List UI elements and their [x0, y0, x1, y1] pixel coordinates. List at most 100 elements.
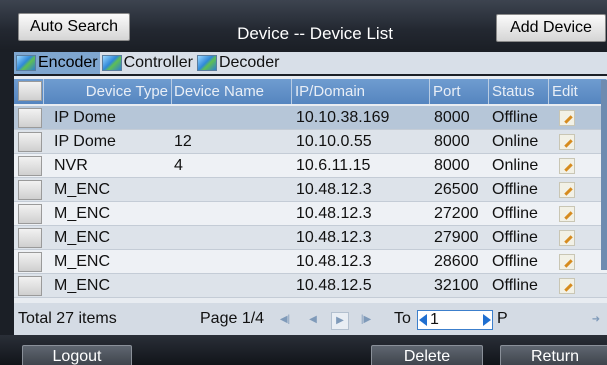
ip-domain-cell: 10.48.12.3	[296, 229, 372, 246]
column-header-ip-domain[interactable]: IP/Domain	[292, 79, 430, 104]
ip-domain-cell: 10.6.11.15	[296, 157, 371, 174]
ip-domain-cell: 10.10.38.169	[296, 109, 390, 126]
edit-icon[interactable]	[559, 254, 575, 270]
select-all-checkbox[interactable]	[18, 81, 42, 101]
status-cell: Offline	[492, 205, 538, 222]
port-cell: 28600	[434, 253, 479, 270]
goto-label: To	[394, 310, 411, 327]
device-type-cell: IP Dome	[54, 109, 116, 126]
port-cell: 27900	[434, 229, 479, 246]
total-items: Total 27 items	[18, 310, 117, 327]
select-all-header[interactable]	[14, 79, 44, 104]
device-icon	[101, 55, 122, 71]
status-cell: Offline	[492, 253, 538, 270]
ip-domain-cell: 10.48.12.3	[296, 205, 372, 222]
table-row[interactable]: IP Dome 10.10.38.169 8000 Offline	[14, 106, 607, 130]
device-type-cell: M_ENC	[54, 181, 111, 198]
device-name-cell: 4	[174, 157, 183, 174]
row-checkbox[interactable]	[18, 204, 42, 224]
table-row[interactable]: NVR 4 10.6.11.15 8000 Online	[14, 154, 607, 178]
add-device-button[interactable]: Add Device	[496, 14, 606, 42]
device-icon	[196, 55, 217, 71]
column-header-status[interactable]: Status	[489, 79, 549, 104]
go-arrow-icon[interactable]: ➜	[589, 313, 603, 327]
page-title: Device -- Device List	[237, 24, 393, 43]
status-cell: Offline	[492, 109, 538, 126]
column-header-port[interactable]: Port	[430, 79, 489, 104]
device-table: Device Type Device Name IP/Domain Port S…	[14, 76, 607, 303]
edit-icon[interactable]	[559, 158, 575, 174]
device-type-cell: M_ENC	[54, 229, 111, 246]
page-number-value: 1	[430, 311, 439, 328]
device-type-cell: IP Dome	[54, 133, 116, 150]
tab-label: Encoder	[38, 54, 98, 71]
page-unit-label: P	[497, 310, 508, 327]
ip-domain-cell: 10.48.12.3	[296, 181, 372, 198]
table-row[interactable]: M_ENC 10.48.12.3 28600 Offline	[14, 250, 607, 274]
auto-search-button[interactable]: Auto Search	[18, 13, 130, 41]
column-header-device-name[interactable]: Device Name	[172, 79, 292, 104]
status-cell: Offline	[492, 181, 538, 198]
pagination-bar: Total 27 items Page 1/4 ◀| ◀ ▶ |▶ To 1 P…	[14, 303, 607, 335]
row-checkbox[interactable]	[18, 108, 42, 128]
status-cell: Online	[492, 133, 539, 150]
tab-decoder[interactable]: Decoder	[195, 52, 281, 74]
row-checkbox[interactable]	[18, 180, 42, 200]
next-page-icon[interactable]: ▶	[331, 312, 349, 330]
table-row[interactable]: M_ENC 10.48.12.3 27200 Offline	[14, 202, 607, 226]
port-cell: 32100	[434, 277, 479, 294]
port-cell: 8000	[434, 133, 470, 150]
row-checkbox[interactable]	[18, 276, 42, 296]
table-header: Device Type Device Name IP/Domain Port S…	[14, 79, 607, 104]
table-scrollbar[interactable]	[601, 80, 607, 270]
device-name-cell: 12	[174, 133, 192, 150]
port-cell: 27200	[434, 205, 479, 222]
port-cell: 26500	[434, 181, 479, 198]
table-row[interactable]: IP Dome 12 10.10.0.55 8000 Online	[14, 130, 607, 154]
device-type-cell: M_ENC	[54, 277, 111, 294]
tab-label: Decoder	[218, 54, 280, 71]
column-header-device-type[interactable]: Device Type	[44, 79, 172, 104]
row-checkbox[interactable]	[18, 132, 42, 152]
ip-domain-cell: 10.48.12.3	[296, 253, 372, 270]
tab-label: Controller	[123, 54, 193, 71]
tab-controller[interactable]: Controller	[100, 52, 195, 74]
first-page-icon[interactable]: ◀|	[278, 313, 292, 327]
return-button[interactable]: Return	[500, 345, 607, 365]
device-type-cell: M_ENC	[54, 205, 111, 222]
device-icon	[16, 55, 36, 71]
row-checkbox[interactable]	[18, 156, 42, 176]
port-cell: 8000	[434, 109, 470, 126]
device-type-cell: NVR	[54, 157, 88, 174]
edit-icon[interactable]	[559, 182, 575, 198]
logout-button[interactable]: Logout	[22, 345, 132, 365]
edit-icon[interactable]	[559, 230, 575, 246]
ip-domain-cell: 10.48.12.5	[296, 277, 372, 294]
row-checkbox[interactable]	[18, 252, 42, 272]
edit-icon[interactable]	[559, 278, 575, 294]
status-cell: Offline	[492, 277, 538, 294]
status-cell: Offline	[492, 229, 538, 246]
edit-icon[interactable]	[559, 110, 575, 126]
increment-arrow-icon[interactable]	[483, 314, 491, 326]
page-number-field[interactable]: 1	[417, 310, 493, 330]
last-page-icon[interactable]: |▶	[359, 313, 373, 327]
device-type-cell: M_ENC	[54, 253, 111, 270]
tab-encoder[interactable]: Encoder	[14, 52, 100, 74]
ip-domain-cell: 10.10.0.55	[296, 133, 372, 150]
table-row[interactable]: M_ENC 10.48.12.3 26500 Offline	[14, 178, 607, 202]
bottom-toolbar: Logout Delete Return	[0, 335, 607, 365]
delete-button[interactable]: Delete	[371, 345, 483, 365]
status-cell: Online	[492, 157, 539, 174]
edit-icon[interactable]	[559, 134, 575, 150]
page-indicator: Page 1/4	[200, 310, 265, 327]
column-header-edit[interactable]: Edit	[549, 79, 607, 104]
decrement-arrow-icon[interactable]	[419, 314, 427, 326]
row-checkbox[interactable]	[18, 228, 42, 248]
port-cell: 8000	[434, 157, 470, 174]
table-row[interactable]: M_ENC 10.48.12.3 27900 Offline	[14, 226, 607, 250]
edit-icon[interactable]	[559, 206, 575, 222]
device-tabs: Encoder Controller Decoder	[14, 52, 607, 74]
previous-page-icon[interactable]: ◀	[306, 313, 320, 327]
table-row[interactable]: M_ENC 10.48.12.5 32100 Offline	[14, 274, 607, 298]
